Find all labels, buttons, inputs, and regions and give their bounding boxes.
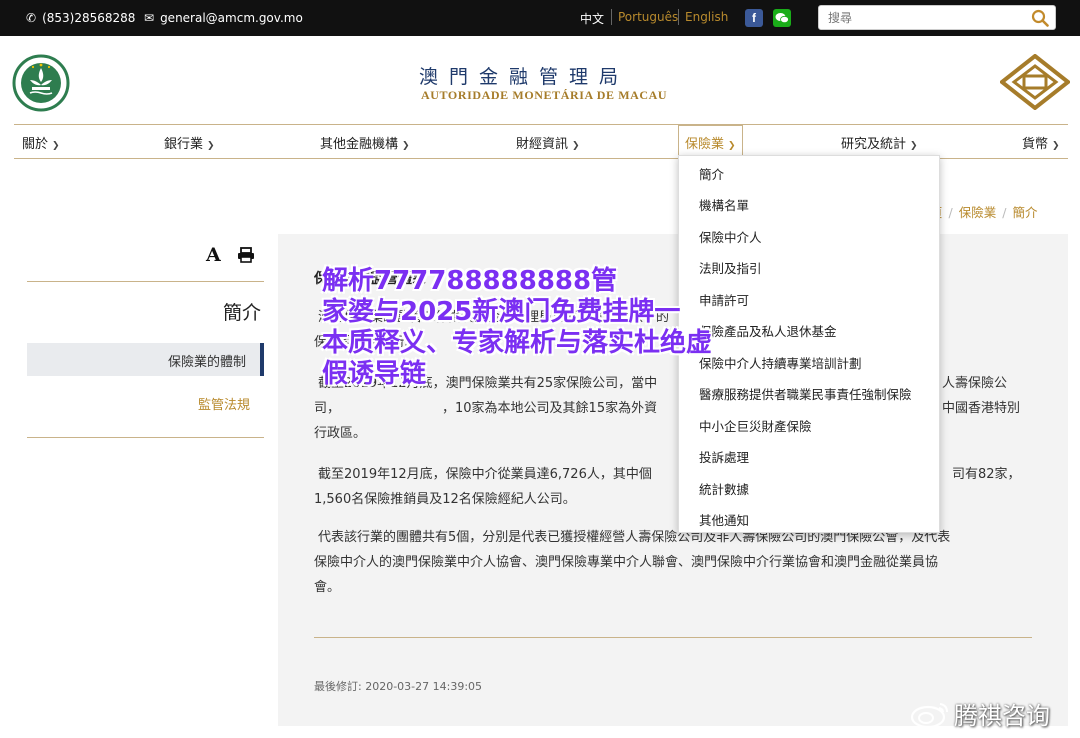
site-header: 澳門金融管理局 AUTORIDADE MONETÁRIA DE MACAU (0, 36, 1080, 124)
chevron-down-icon: ❯ (572, 141, 580, 151)
lang-chinese[interactable]: 中文 (580, 10, 604, 27)
sidebar-divider (27, 281, 264, 282)
nav-item-financial-info[interactable]: 財經資訊 ❯ (516, 133, 580, 152)
nav-item-label: 研究及統計 (841, 137, 907, 152)
email-contact[interactable]: ✉ general@amcm.gov.mo (144, 11, 303, 25)
overlay-line: 假诱导链 (322, 359, 427, 389)
search-icon[interactable] (1031, 9, 1049, 27)
paragraph-line: 司， (314, 401, 341, 416)
nav-item-label: 其他金融機構 (320, 137, 399, 152)
paragraph-line: 會。 (314, 580, 341, 595)
sidebar-item-regulations[interactable]: 監管法規 (27, 394, 250, 413)
paragraph-line: 中國香港特別 (942, 401, 1021, 416)
email-icon: ✉ (144, 11, 155, 25)
site-title-portuguese: AUTORIDADE MONETÁRIA DE MACAU (421, 88, 668, 102)
lang-english[interactable]: English (685, 10, 728, 24)
nav-item-currency[interactable]: 貨幣 ❯ (1022, 133, 1060, 152)
nav-item-about[interactable]: 關於 ❯ (22, 133, 60, 152)
phone-number: (853)28568288 (42, 11, 136, 25)
facebook-icon[interactable]: f (745, 9, 763, 27)
menu-item-other-notices[interactable]: 其他通知 (699, 510, 749, 529)
breadcrumb-current: 簡介 (1012, 205, 1038, 220)
overlay-line: 本质释义、专家解析与落实杜绝虚 (322, 328, 713, 358)
chevron-down-icon: ❯ (207, 141, 215, 151)
weibo-icon (910, 702, 948, 728)
lang-divider (611, 9, 612, 25)
nav-item-label: 保險業 (685, 137, 725, 152)
sidebar-divider (27, 437, 264, 438)
nav-item-banking[interactable]: 銀行業 ❯ (164, 133, 215, 152)
chevron-down-icon: ❯ (728, 141, 736, 151)
paragraph-line: 人壽保險公 (942, 376, 1008, 391)
overlay-line: 家婆与2025新澳门免费挂牌一 (322, 297, 681, 327)
nav-item-label: 貨幣 (1022, 137, 1049, 152)
breadcrumb-separator: / (948, 205, 953, 220)
chevron-down-icon: ❯ (402, 141, 410, 151)
nav-item-other-institutions[interactable]: 其他金融機構 ❯ (320, 133, 410, 152)
phone-contact[interactable]: ✆ (853)28568288 (26, 11, 135, 25)
main-nav: 關於 ❯ 銀行業 ❯ 其他金融機構 ❯ 財經資訊 ❯ 保險業 ❯ 研究及統計 ❯ 貨幣 ❯ (14, 124, 1068, 159)
breadcrumb-section[interactable]: 保險業 (959, 205, 997, 220)
sidebar-title: 簡介 (223, 302, 262, 324)
sidebar-item-insurance-system[interactable]: 保險業的體制 (27, 343, 264, 376)
menu-item-sme-catastrophe-insurance[interactable]: 中小企巨災財產保險 (699, 416, 812, 435)
watermark-text: 腾祺咨询 (954, 702, 1050, 730)
content-divider (314, 637, 1032, 638)
nav-item-label: 關於 (22, 137, 49, 152)
nav-item-insurance[interactable]: 保險業 ❯ (678, 125, 743, 158)
breadcrumb-separator: / (1002, 205, 1007, 220)
overlay-line: 解析777788888888管 (322, 266, 618, 296)
amcm-logo[interactable] (1000, 54, 1070, 110)
phone-icon: ✆ (26, 11, 37, 25)
font-size-icon[interactable]: A (206, 244, 221, 266)
print-icon[interactable] (237, 247, 255, 263)
chevron-down-icon: ❯ (1052, 141, 1060, 151)
text-tools: A (206, 244, 255, 266)
overlay-headline: 解析777788888888管 家婆与2025新澳门免费挂牌一 本质释义、专家解… (322, 266, 842, 390)
top-bar: ✆ (853)28568288 ✉ general@amcm.gov.mo 中文… (0, 0, 1080, 36)
last-modified-text: 最後修訂: 2020-03-27 14:39:05 (314, 680, 483, 693)
paragraph-line: 司有82家， (952, 467, 1021, 482)
lang-portuguese[interactable]: Português (618, 10, 678, 24)
chevron-down-icon: ❯ (910, 141, 918, 151)
menu-item-intermediaries[interactable]: 保險中介人 (699, 227, 762, 246)
nav-item-label: 財經資訊 (516, 137, 569, 152)
breadcrumb: 頁/保險業/簡介 (930, 202, 1037, 221)
search-box (818, 5, 1056, 30)
menu-item-introduction[interactable]: 簡介 (699, 164, 724, 183)
menu-item-institution-list[interactable]: 機構名單 (699, 195, 749, 214)
email-address: general@amcm.gov.mo (160, 11, 303, 25)
paragraph-line: ，10家為本地公司及其餘15家為外資 (442, 401, 658, 416)
menu-item-complaints[interactable]: 投訴處理 (699, 447, 749, 466)
wechat-icon[interactable] (773, 9, 791, 27)
search-input[interactable] (819, 6, 1019, 29)
paragraph-line: 保險中介人的澳門保險業中介人協會、澳門保險專業中介人聯會、澳門保險中介行業協會和… (314, 555, 939, 570)
watermark: 腾祺咨询 (910, 696, 1050, 731)
site-title-chinese: 澳門金融管理局 (419, 66, 630, 88)
nav-item-label: 銀行業 (164, 137, 204, 152)
lang-divider (678, 9, 679, 25)
nav-item-research-statistics[interactable]: 研究及統計 ❯ (841, 133, 918, 152)
chevron-down-icon: ❯ (52, 141, 60, 151)
menu-item-statistics[interactable]: 統計數據 (699, 479, 749, 498)
macau-emblem-logo[interactable] (12, 54, 70, 112)
